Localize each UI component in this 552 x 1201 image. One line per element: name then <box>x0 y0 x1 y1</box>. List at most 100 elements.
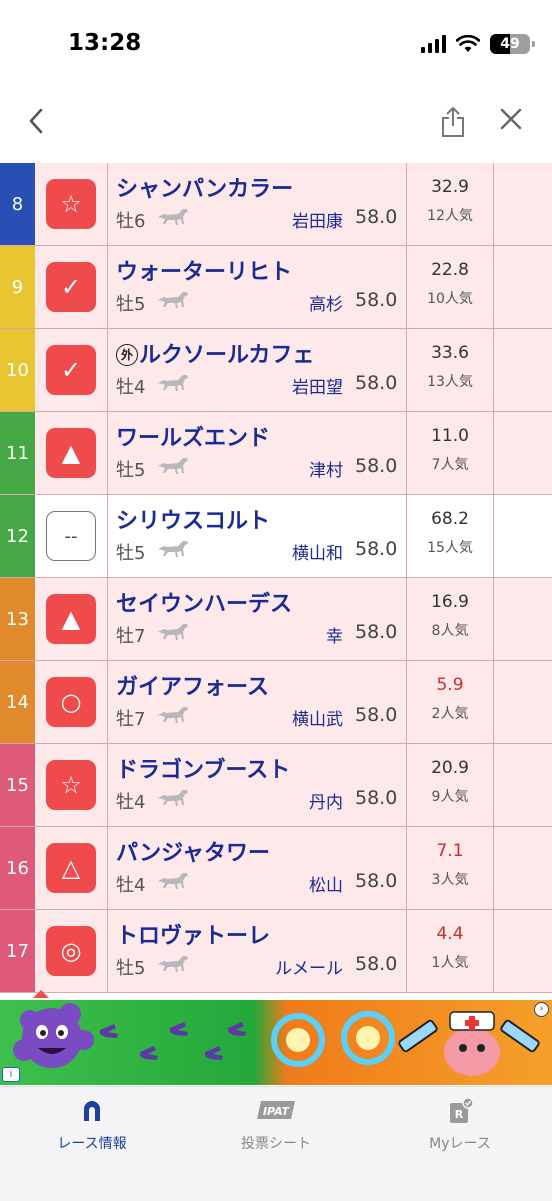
svg-text:R: R <box>455 1108 464 1121</box>
back-button[interactable] <box>28 108 44 140</box>
prediction-mark-button[interactable]: ☆ <box>46 760 96 810</box>
horse-table: 8 ☆ シャンパンカラー 牡6 岩田康 58.0 32.9 12人気 9 ✓ ウ… <box>0 163 552 993</box>
jockey-name: 幸 <box>326 627 343 647</box>
mark-cell: ◎ <box>35 910 108 992</box>
carry-weight: 58.0 <box>355 704 398 726</box>
table-row[interactable]: 11 ▲ ワールズエンド 牡5 津村 58.0 11.0 7人気 <box>0 412 552 495</box>
prediction-mark-button[interactable]: ✓ <box>46 345 96 395</box>
horse-number: 15 <box>0 744 35 826</box>
odds-cell: 5.9 2人気 <box>406 661 494 743</box>
table-row[interactable]: 13 ▲ セイウンハーデス 牡7 幸 58.0 16.9 8人気 <box>0 578 552 661</box>
table-row[interactable]: 10 ✓ 外ルクソールカフェ 牡4 岩田望 58.0 33.6 13人気 <box>0 329 552 412</box>
nurse-illustration <box>444 1011 500 1076</box>
horse-name[interactable]: ワールズエンド <box>116 420 270 452</box>
horse-name[interactable]: ガイアフォース <box>116 669 269 701</box>
mark-cell: ▲ <box>35 578 108 660</box>
mark-cell: ✓ <box>35 329 108 411</box>
tab-my-race[interactable]: R Myレース <box>380 1097 540 1153</box>
battery-icon: 49 <box>490 34 535 54</box>
horse-name[interactable]: ウォーターリヒト <box>116 254 292 286</box>
horse-name-text: セイウンハーデス <box>116 592 293 617</box>
ad-artwork <box>13 1003 540 1076</box>
table-row[interactable]: 9 ✓ ウォーターリヒト 牡5 高杉 58.0 22.8 10人気 <box>0 246 552 329</box>
status-bar: 13:28 49 <box>0 0 552 90</box>
jockey-name: 横山和 <box>292 544 343 564</box>
horse-sex-age: 牡6 <box>116 211 146 232</box>
wifi-icon <box>456 35 480 52</box>
prediction-mark-button[interactable]: -- <box>46 511 96 561</box>
close-icon <box>500 108 522 130</box>
prediction-mark-button[interactable]: ☆ <box>46 179 96 229</box>
ad-close-icon[interactable]: › <box>534 1002 549 1017</box>
horse-name[interactable]: シリウスコルト <box>116 503 270 535</box>
horse-icon <box>158 375 188 391</box>
popularity-rank: 3人気 <box>431 872 469 888</box>
jockey-name: 岩田康 <box>292 212 343 232</box>
horse-number: 17 <box>0 910 35 992</box>
table-row[interactable]: 16 △ パンジャタワー 牡4 松山 58.0 7.1 3人気 <box>0 827 552 910</box>
odds-cell: 33.6 13人気 <box>406 329 494 411</box>
prediction-mark-button[interactable]: △ <box>46 843 96 893</box>
popularity-rank: 8人気 <box>431 623 469 639</box>
ipat-icon: IPAT <box>257 1101 295 1119</box>
popularity-rank: 10人気 <box>427 291 473 307</box>
mark-cell: ☆ <box>35 163 108 245</box>
horse-name[interactable]: シャンパンカラー <box>116 171 293 203</box>
horse-icon <box>158 956 188 972</box>
horse-number: 10 <box>0 329 35 411</box>
prediction-mark-button[interactable]: ▲ <box>46 428 96 478</box>
popularity-rank: 15人気 <box>427 540 473 556</box>
prediction-mark-button[interactable]: ▲ <box>46 594 96 644</box>
my-race-icon: R <box>450 1097 474 1123</box>
horse-number: 11 <box>0 412 35 494</box>
tab-race-info[interactable]: レース情報 <box>12 1097 172 1153</box>
horse-name-text: ワールズエンド <box>116 426 271 451</box>
odds-cell: 32.9 12人気 <box>406 163 494 245</box>
horse-number: 16 <box>0 827 35 909</box>
horse-sex-age: 牡5 <box>116 958 146 979</box>
popularity-rank: 12人気 <box>427 208 473 224</box>
jockey-name: 丹内 <box>309 793 343 813</box>
share-button[interactable] <box>440 106 466 142</box>
ad-banner[interactable]: i › <box>0 1000 552 1085</box>
odds-value: 33.6 <box>431 343 469 363</box>
carry-weight: 58.0 <box>355 372 398 394</box>
prediction-mark-button[interactable]: ○ <box>46 677 96 727</box>
table-row[interactable]: 17 ◎ トロヴァトーレ 牡5 ルメール 58.0 4.4 1人気 <box>0 910 552 993</box>
ad-info-icon[interactable]: i <box>2 1067 20 1082</box>
table-row[interactable]: 14 ○ ガイアフォース 牡7 横山武 58.0 5.9 2人気 <box>0 661 552 744</box>
horse-name[interactable]: セイウンハーデス <box>116 586 292 618</box>
horse-name-text: シャンパンカラー <box>116 177 294 202</box>
tab-bar: レース情報 IPAT 投票シート R Myレース <box>0 1086 552 1201</box>
horse-name[interactable]: 外ルクソールカフェ <box>116 337 314 369</box>
horse-name[interactable]: トロヴァトーレ <box>116 918 270 950</box>
odds-cell: 7.1 3人気 <box>406 827 494 909</box>
horse-sex-age: 牡4 <box>116 377 146 398</box>
horse-name[interactable]: ドラゴンブースト <box>116 752 290 784</box>
odds-value: 11.0 <box>431 426 469 446</box>
horse-name[interactable]: パンジャタワー <box>116 835 270 867</box>
odds-cell: 16.9 8人気 <box>406 578 494 660</box>
prediction-mark-button[interactable]: ◎ <box>46 926 96 976</box>
table-row[interactable]: 8 ☆ シャンパンカラー 牡6 岩田康 58.0 32.9 12人気 <box>0 163 552 246</box>
odds-cell: 22.8 10人気 <box>406 246 494 328</box>
tab-label: 投票シート <box>241 1136 311 1152</box>
close-button[interactable] <box>499 104 523 136</box>
table-row[interactable]: 12 -- シリウスコルト 牡5 横山和 58.0 68.2 15人気 <box>0 495 552 578</box>
horse-icon <box>158 458 188 474</box>
tab-voting-sheet[interactable]: IPAT 投票シート <box>196 1097 356 1153</box>
horse-number: 8 <box>0 163 35 245</box>
horse-name-text: ドラゴンブースト <box>116 758 291 783</box>
odds-value: 32.9 <box>431 177 469 197</box>
jockey-name: 松山 <box>309 876 343 896</box>
prediction-mark-button[interactable]: ✓ <box>46 262 96 312</box>
share-icon <box>442 107 464 137</box>
horse-sex-age: 牡7 <box>116 626 146 647</box>
horse-icon <box>158 209 188 225</box>
horse-icon <box>158 707 188 723</box>
status-icons: 49 <box>421 34 535 54</box>
horse-sex-age: 牡4 <box>116 875 146 896</box>
table-row[interactable]: 15 ☆ ドラゴンブースト 牡4 丹内 58.0 20.9 9人気 <box>0 744 552 827</box>
mark-cell: ▲ <box>35 412 108 494</box>
jockey-name: 岩田望 <box>292 378 343 398</box>
